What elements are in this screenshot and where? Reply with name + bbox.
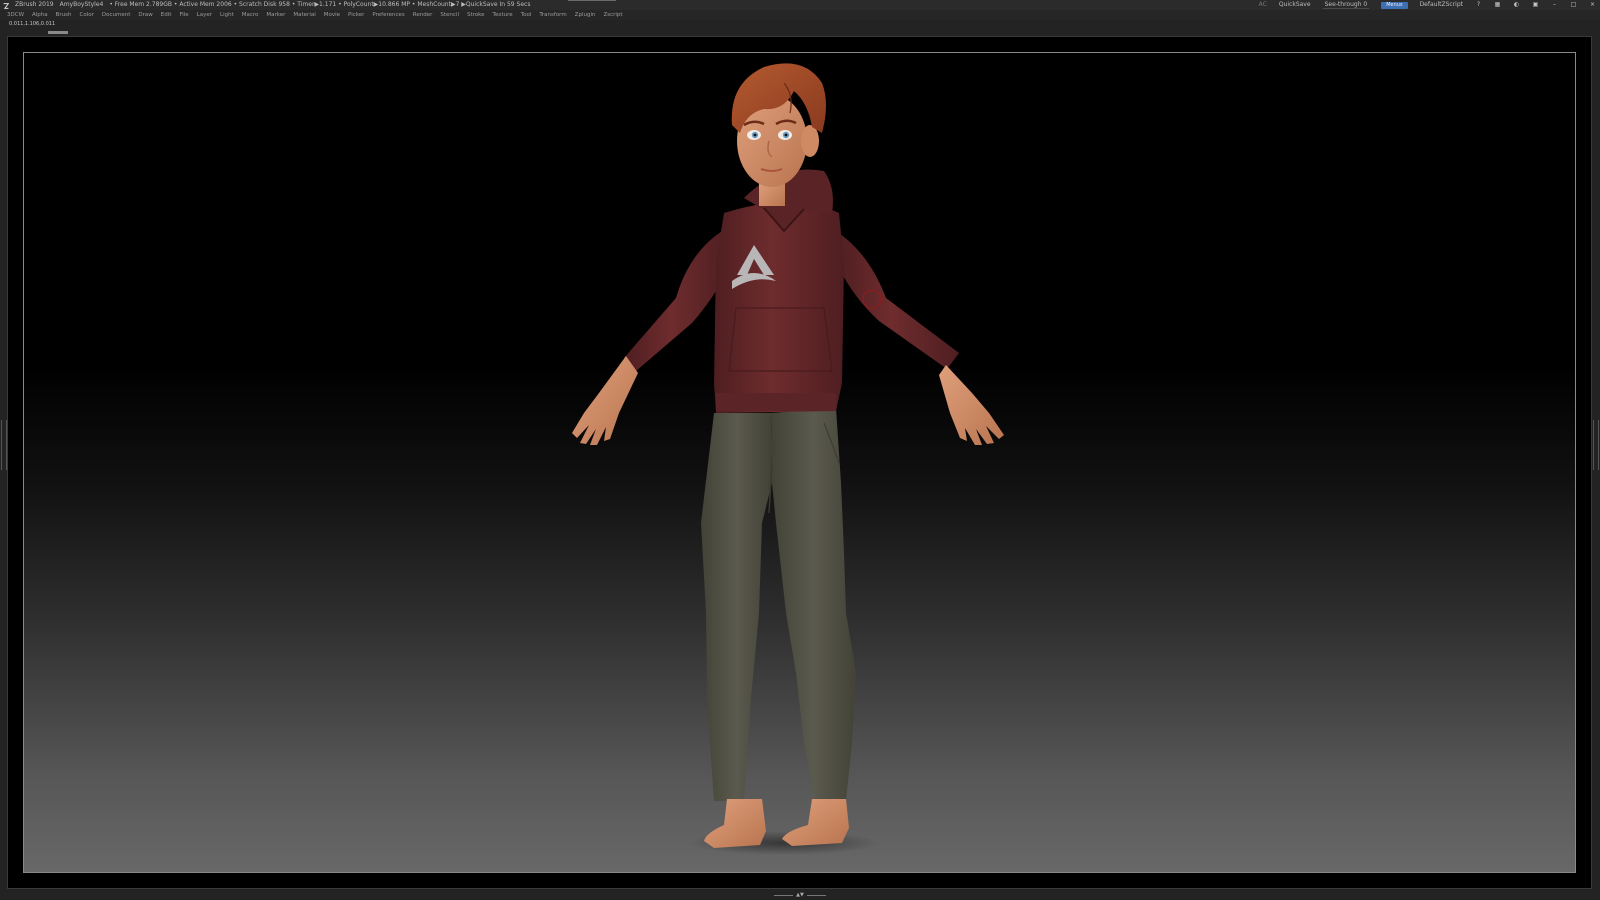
menu-brush[interactable]: Brush [56, 10, 72, 20]
menu-alpha[interactable]: Alpha [32, 10, 48, 20]
see-through-label: See-through 0 [1324, 1, 1368, 8]
bottom-handle-bar-left [774, 895, 794, 896]
restore-icon[interactable]: □ [1570, 0, 1577, 10]
menus-button[interactable]: Menus [1381, 1, 1408, 9]
menu-movie[interactable]: Movie [324, 10, 340, 20]
menu-layer[interactable]: Layer [197, 10, 212, 20]
coordinate-bar: 0.011,1.106,0.011 [0, 20, 1600, 36]
menu-marker[interactable]: Marker [266, 10, 285, 20]
see-through-track [1322, 8, 1370, 9]
right-arm [836, 231, 1004, 445]
menu-zscript[interactable]: Zscript [603, 10, 622, 20]
coordinate-readout: 0.011,1.106,0.011 [9, 21, 56, 27]
menu-material[interactable]: Material [293, 10, 315, 20]
menu-list: 3DCW Alpha Brush Color Document Draw Edit File L… [7, 10, 623, 20]
close-icon[interactable]: × [1589, 0, 1596, 10]
bottom-handle-bar-right [806, 895, 826, 896]
menu-stroke[interactable]: Stroke [467, 10, 485, 20]
menu-3dcw[interactable]: 3DCW [7, 10, 24, 20]
viewport-frame [7, 36, 1592, 889]
zbrush-logo-icon[interactable] [3, 3, 9, 9]
menu-stencil[interactable]: Stencil [440, 10, 459, 20]
document-name: AmyBoyStyle4 [59, 1, 104, 8]
hoodie-waistband [716, 393, 836, 411]
left-leg [701, 413, 772, 801]
ac-button[interactable]: AC [1259, 0, 1267, 10]
default-zscript-button[interactable]: DefaultZScript [1420, 0, 1463, 10]
expand-arrows-icon[interactable]: ▲▼ [796, 893, 804, 898]
document-canvas[interactable] [23, 52, 1576, 873]
see-through-slider[interactable]: See-through 0 [1322, 0, 1370, 10]
left-arm [572, 231, 729, 445]
menu-document[interactable]: Document [102, 10, 131, 20]
menu-texture[interactable]: Texture [493, 10, 513, 20]
layout-icon[interactable]: ▦ [1494, 0, 1501, 10]
app-name: ZBrush 2019 [15, 1, 54, 8]
menu-picker[interactable]: Picker [348, 10, 364, 20]
tab-indicator [568, 0, 616, 1]
hoodie-torso [714, 169, 844, 413]
menu-draw[interactable]: Draw [138, 10, 152, 20]
palette-icon[interactable]: ◐ [1513, 0, 1520, 10]
menu-file[interactable]: File [179, 10, 188, 20]
menu-light[interactable]: Light [220, 10, 234, 20]
menu-macro[interactable]: Macro [242, 10, 259, 20]
minimize-icon[interactable]: – [1551, 0, 1558, 10]
bottom-tray-handle[interactable]: ▲▼ [774, 893, 826, 898]
menu-preferences[interactable]: Preferences [372, 10, 404, 20]
menu-bar: 3DCW Alpha Brush Color Document Draw Edit File L… [0, 10, 1600, 20]
quicksave-button[interactable]: QuickSave [1279, 0, 1311, 10]
menu-zplugin[interactable]: Zplugin [575, 10, 596, 20]
zbrush-app-window: ZBrush 2019 AmyBoyStyle4 • Free Mem 2.78… [0, 0, 1600, 900]
left-foot [704, 799, 766, 848]
help-icon[interactable]: ? [1475, 0, 1482, 10]
menu-transform[interactable]: Transform [539, 10, 566, 20]
lock-icon[interactable]: ▣ [1532, 0, 1539, 10]
right-ear [801, 125, 819, 157]
menu-color[interactable]: Color [80, 10, 94, 20]
left-tray-handle[interactable] [1, 420, 7, 470]
right-tray-handle[interactable] [1593, 420, 1599, 470]
right-leg [771, 408, 856, 801]
coordinate-slider-handle[interactable] [48, 31, 68, 34]
right-foot [782, 799, 849, 846]
menu-tool[interactable]: Tool [521, 10, 532, 20]
status-stats: • Free Mem 2.789GB • Active Mem 2006 • S… [109, 1, 531, 8]
character-model[interactable] [24, 53, 1576, 873]
title-bar: ZBrush 2019 AmyBoyStyle4 • Free Mem 2.78… [0, 0, 1600, 10]
menu-render[interactable]: Render [413, 10, 433, 20]
menu-edit[interactable]: Edit [161, 10, 172, 20]
